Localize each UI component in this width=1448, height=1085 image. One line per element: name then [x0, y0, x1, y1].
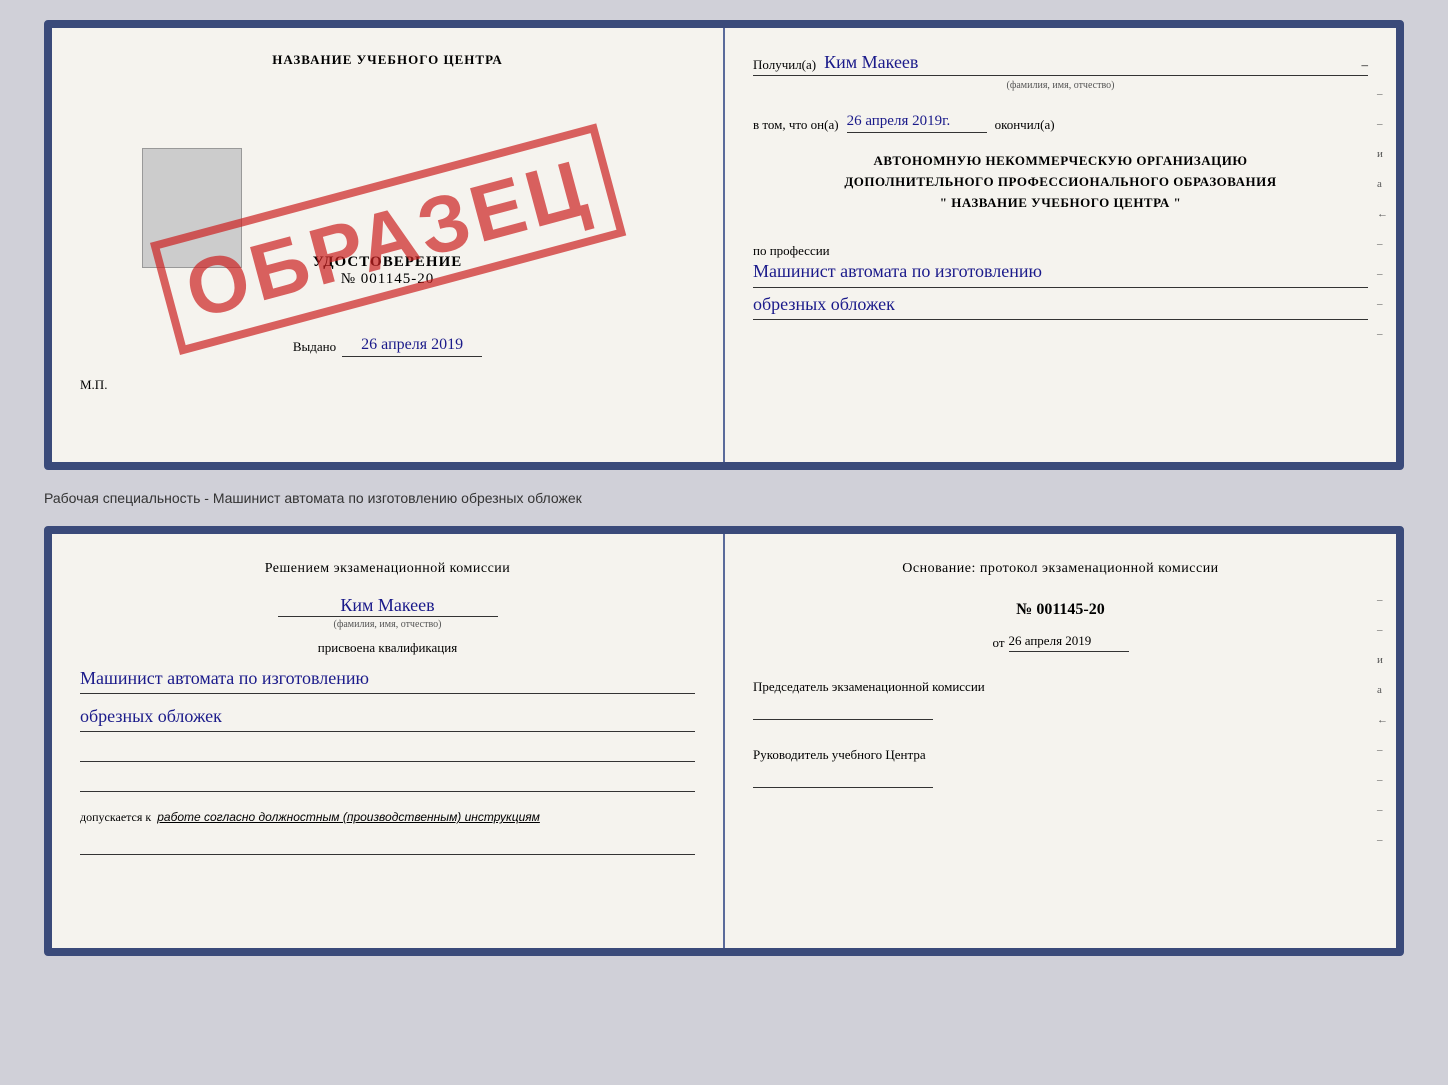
top-document: НАЗВАНИЕ УЧЕБНОГО ЦЕНТРА УДОСТОВЕРЕНИЕ №…: [44, 20, 1404, 470]
director-label: Руководитель учебного Центра: [753, 746, 1368, 764]
decision-title: Решением экзаменационной комиссии: [80, 558, 695, 579]
caption-text: Рабочая специальность - Машинист автомат…: [44, 490, 582, 506]
director-sig-line: [753, 768, 933, 788]
assigned-label: присвоена квалификация: [80, 640, 695, 656]
director-block: Руководитель учебного Центра: [753, 746, 1368, 788]
org-line2: ДОПОЛНИТЕЛЬНОГО ПРОФЕССИОНАЛЬНОГО ОБРАЗО…: [753, 172, 1368, 193]
school-name-top: НАЗВАНИЕ УЧЕБНОГО ЦЕНТРА: [272, 52, 503, 68]
date-prefix-bottom: от: [992, 635, 1004, 651]
org-line3: " НАЗВАНИЕ УЧЕБНОГО ЦЕНТРА ": [753, 193, 1368, 214]
issued-label: Выдано: [293, 339, 336, 355]
chairman-sig-line: [753, 700, 933, 720]
bottom-person-name: Ким Макеев: [340, 595, 434, 616]
finished-label: окончил(а): [995, 117, 1055, 133]
name-sub-top: (фамилия, имя, отчество): [753, 80, 1368, 91]
bottom-doc-right: Основание: протокол экзаменационной коми…: [725, 534, 1396, 948]
chairman-label: Председатель экзаменационной комиссии: [753, 678, 1368, 696]
blank-line-3: [80, 835, 695, 855]
profession-line2-top: обрезных обложек: [753, 292, 1368, 320]
profession-bottom-line1: Машинист автомата по изготовлению: [80, 666, 695, 694]
bottom-doc-left: Решением экзаменационной комиссии Ким Ма…: [52, 534, 725, 948]
blank-line-1: [80, 742, 695, 762]
protocol-number: № 001145-20: [753, 601, 1368, 619]
cert-title: УДОСТОВЕРЕНИЕ: [313, 254, 463, 271]
basis-title: Основание: протокол экзаменационной коми…: [753, 558, 1368, 579]
caption: Рабочая специальность - Машинист автомат…: [44, 486, 1404, 510]
chairman-block: Председатель экзаменационной комиссии: [753, 678, 1368, 720]
side-marks-top: – – и а ← – – – –: [1377, 88, 1388, 340]
allow-prefix: допускается к: [80, 810, 151, 825]
mp-label: М.П.: [80, 377, 107, 393]
cert-number-top: № 001145-20: [313, 271, 463, 288]
org-block: АВТОНОМНУЮ НЕКОММЕРЧЕСКУЮ ОРГАНИЗАЦИЮ ДО…: [753, 151, 1368, 213]
allow-value: работе согласно должностным (производств…: [157, 810, 540, 825]
date-value-right: 26 апреля 2019г.: [847, 113, 987, 133]
date-prefix: в том, что он(а): [753, 117, 839, 133]
profession-bottom-line2: обрезных обложек: [80, 704, 695, 732]
photo-placeholder: [142, 148, 242, 268]
protocol-date: 26 апреля 2019: [1009, 633, 1129, 652]
side-marks-bottom: – – и а ← – – – –: [1377, 594, 1388, 846]
profession-line1-top: Машинист автомата по изготовлению: [753, 259, 1368, 287]
received-label: Получил(а): [753, 57, 816, 73]
recipient-name: Ким Макеев: [824, 52, 1345, 73]
bottom-name-sub: (фамилия, имя, отчество): [278, 616, 498, 630]
org-line1: АВТОНОМНУЮ НЕКОММЕРЧЕСКУЮ ОРГАНИЗАЦИЮ: [753, 151, 1368, 172]
bottom-document: Решением экзаменационной комиссии Ким Ма…: [44, 526, 1404, 956]
top-doc-right: Получил(а) Ким Макеев – (фамилия, имя, о…: [725, 28, 1396, 462]
profession-label-top: по профессии: [753, 243, 1368, 259]
issued-date: 26 апреля 2019: [342, 336, 482, 357]
blank-line-2: [80, 772, 695, 792]
top-doc-left: НАЗВАНИЕ УЧЕБНОГО ЦЕНТРА УДОСТОВЕРЕНИЕ №…: [52, 28, 725, 462]
